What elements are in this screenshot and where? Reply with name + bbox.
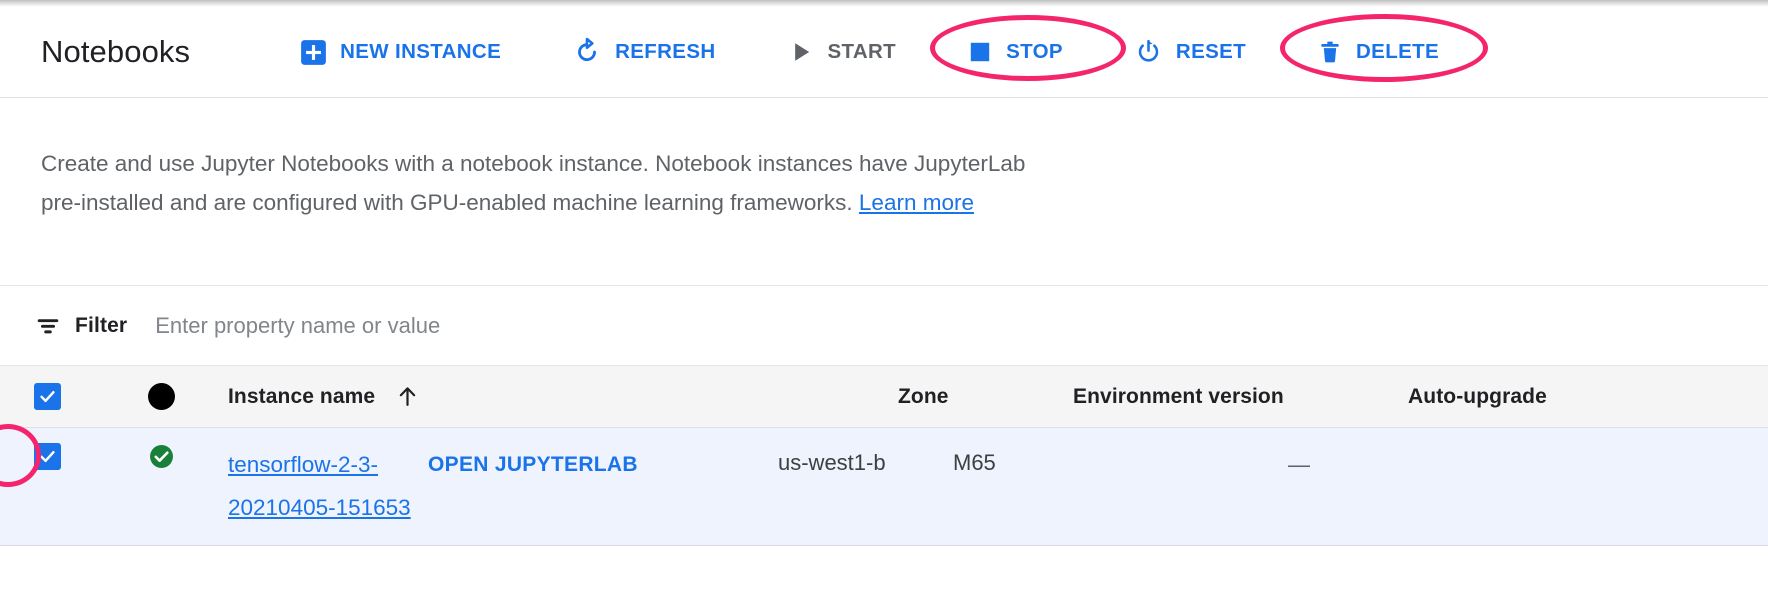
notebooks-page: Notebooks NEW INSTANCE REFRESH START STO… (0, 0, 1768, 592)
row-select-cell (0, 424, 94, 487)
select-all-checkbox[interactable] (33, 383, 61, 410)
new-instance-label: NEW INSTANCE (340, 40, 502, 63)
reset-label: RESET (1175, 40, 1247, 63)
refresh-label: REFRESH (615, 40, 716, 63)
reset-button[interactable]: RESET (1128, 32, 1252, 73)
stop-label: STOP (1006, 40, 1063, 63)
instance-name-header-label: Instance name (228, 384, 376, 408)
stop-square-icon (967, 39, 993, 65)
auto-upgrade-value: — (1288, 452, 1310, 477)
open-jupyterlab-link[interactable]: OPEN JUPYTERLAB (428, 453, 638, 476)
start-label: START (827, 40, 897, 63)
toolbar: NEW INSTANCE REFRESH START STOP RESET DE… (294, 14, 1489, 82)
window-top-shadow (0, 0, 1768, 7)
environment-version-column-header[interactable]: Environment version (1073, 385, 1408, 409)
environment-version-value: M65 (953, 450, 996, 475)
play-icon (787, 38, 815, 66)
auto-upgrade-column-header[interactable]: Auto-upgrade (1408, 385, 1768, 409)
trash-icon (1317, 39, 1343, 65)
start-button[interactable]: START (781, 32, 903, 72)
learn-more-link[interactable]: Learn more (859, 190, 974, 215)
row-zone-cell: us-west1-b (778, 443, 953, 483)
delete-button[interactable]: DELETE (1280, 14, 1489, 82)
zone-column-header[interactable]: Zone (898, 385, 1073, 409)
instance-name-column-header[interactable]: Instance name (228, 384, 548, 409)
filter-label: Filter (75, 313, 128, 337)
arrow-up-icon (395, 384, 420, 409)
delete-label: DELETE (1356, 40, 1440, 63)
filter-icon[interactable] (34, 312, 62, 340)
page-title: Notebooks (41, 34, 191, 69)
description-block: Create and use Jupyter Notebooks with a … (0, 98, 1768, 286)
zone-header-label: Zone (898, 384, 949, 408)
row-checkbox[interactable] (33, 443, 61, 470)
description-paragraph: Create and use Jupyter Notebooks with a … (41, 144, 1071, 222)
row-environment-version-cell: M65 (953, 443, 1288, 483)
environment-version-header-label: Environment version (1073, 384, 1284, 408)
row-auto-upgrade-cell: — (1288, 443, 1648, 486)
green-check-circle-icon (148, 443, 175, 470)
table-header-row: Instance name Zone Environment version A (0, 366, 1768, 428)
status-column-header (94, 383, 228, 410)
table-row[interactable]: tensorflow-2-3-20210405-151653 OPEN JUPY… (0, 424, 1768, 546)
select-all-cell (0, 383, 94, 410)
page-header: Notebooks NEW INSTANCE REFRESH START STO… (0, 7, 1768, 98)
auto-upgrade-header-label: Auto-upgrade (1408, 384, 1547, 408)
instances-table: Instance name Zone Environment version A (0, 366, 1768, 546)
filter-bar: Filter (0, 286, 1768, 366)
zone-value: us-west1-b (778, 450, 886, 475)
row-open-jupyterlab-cell: OPEN JUPYTERLAB (428, 443, 778, 486)
filter-input[interactable] (153, 311, 854, 340)
instance-name-link[interactable]: tensorflow-2-3-20210405-151653 (228, 452, 411, 520)
refresh-icon (572, 37, 602, 67)
status-circle-icon (147, 383, 175, 410)
stop-button[interactable]: STOP (930, 15, 1127, 81)
refresh-button[interactable]: REFRESH (566, 31, 721, 73)
power-reset-icon (1134, 38, 1163, 67)
row-instance-name-cell: tensorflow-2-3-20210405-151653 (228, 443, 428, 529)
plus-box-icon (300, 39, 327, 66)
new-instance-button[interactable]: NEW INSTANCE (294, 33, 507, 72)
row-status-cell (94, 443, 228, 470)
